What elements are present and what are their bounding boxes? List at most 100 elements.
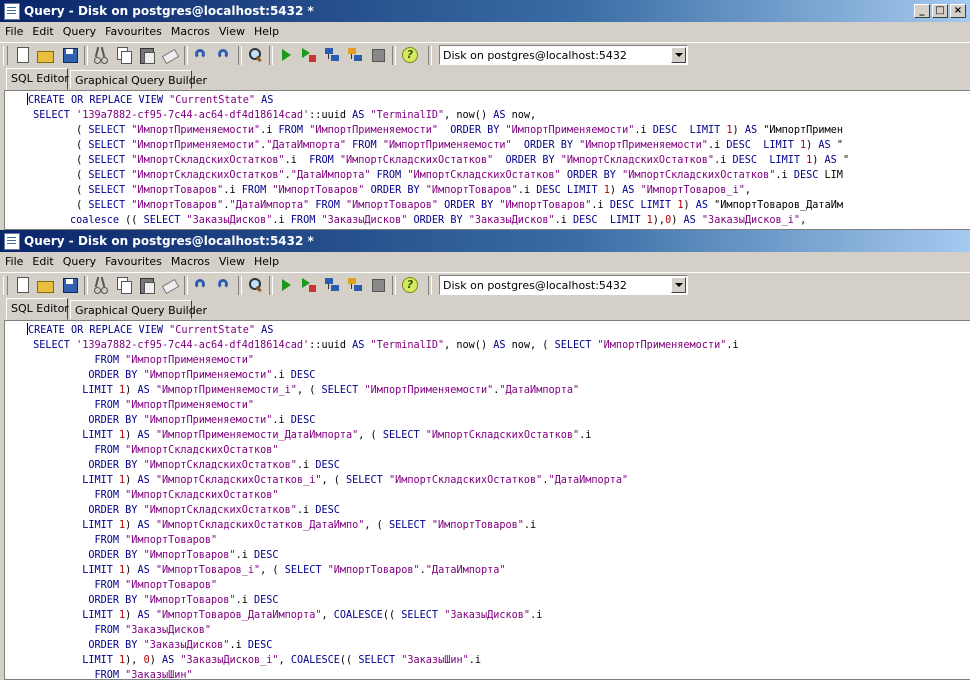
title-bar[interactable]: Query - Disk on postgres@localhost:5432 … [0, 230, 970, 252]
menu-view[interactable]: View [214, 252, 249, 268]
menu-help[interactable]: Help [249, 252, 283, 268]
new-file-icon[interactable] [14, 46, 32, 64]
code-line: coalesce (( SELECT "ЗаказыДисков".i FROM… [69, 215, 807, 226]
toolbar-separator [269, 276, 273, 295]
code-line: CREATE OR REPLACE VIEW "CurrentState" AS [28, 325, 274, 336]
chevron-down-icon[interactable] [671, 47, 686, 63]
code-line: ( SELECT "ИмпортСкладскихОстатков".i FRO… [27, 155, 850, 166]
new-file-icon[interactable] [14, 276, 32, 294]
explain-icon[interactable] [323, 276, 341, 294]
code-line: FROM "ИмпортТоваров" [94, 535, 218, 546]
code-line: FROM "ИмпортПрименяемости" [94, 400, 254, 411]
undo-icon[interactable] [192, 46, 210, 64]
menu-favourites[interactable]: Favourites [100, 22, 166, 38]
help-icon[interactable]: ? [400, 276, 418, 294]
open-folder-icon[interactable] [36, 276, 54, 294]
code-line: LIMIT 1) AS "ИмпортСкладскихОстатков_Дат… [82, 520, 537, 531]
redo-icon[interactable] [215, 276, 233, 294]
tab-sql-editor[interactable]: SQL Editor [6, 298, 69, 320]
menu-macros[interactable]: Macros [166, 252, 214, 268]
menu-query[interactable]: Query [58, 22, 100, 38]
execute-icon[interactable] [277, 46, 295, 64]
execute-icon[interactable] [277, 276, 295, 294]
menu-file[interactable]: File [0, 252, 27, 268]
menu-file[interactable]: File [0, 22, 27, 38]
save-icon[interactable] [61, 46, 79, 64]
explain-analyze-icon[interactable] [346, 276, 364, 294]
menu-bar: File Edit Query Favourites Macros View Help [0, 252, 970, 272]
query-tool-icon [4, 3, 20, 20]
find-icon[interactable] [246, 46, 264, 64]
editor-tabs: SQL Editor Graphical Query Builder [0, 298, 970, 320]
redo-icon[interactable] [215, 46, 233, 64]
code-line: CREATE OR REPLACE VIEW "CurrentState" AS [28, 95, 274, 106]
code-line: ORDER BY "ИмпортПрименяемости".i DESC [88, 415, 316, 426]
menu-edit[interactable]: Edit [27, 22, 57, 38]
code-line: ( SELECT "ИмпортТоваров"."ДатаИмпорта" F… [27, 200, 843, 211]
minimize-button[interactable]: _ [914, 4, 930, 18]
title-bar[interactable]: Query - Disk on postgres@localhost:5432 … [0, 0, 970, 22]
clear-icon[interactable] [161, 46, 180, 65]
code-line: SELECT '139a7882-cf95-7c44-ac64-df4d1861… [33, 110, 537, 121]
code-line: LIMIT 1) AS "ИмпортТоваров_i", ( SELECT … [82, 565, 506, 576]
connection-value: Disk on postgres@localhost:5432 [443, 279, 627, 292]
execute-to-file-icon[interactable] [300, 46, 318, 64]
chevron-down-icon[interactable] [671, 277, 686, 293]
execute-to-file-icon[interactable] [300, 276, 318, 294]
tab-graphical-query-builder[interactable]: Graphical Query Builder [70, 70, 207, 89]
sql-editor[interactable]: CREATE OR REPLACE VIEW "CurrentState" AS… [4, 90, 970, 230]
toolbar-grip[interactable] [3, 46, 8, 65]
code-line: ORDER BY "ИмпортТоваров".i DESC [88, 595, 279, 606]
menu-help[interactable]: Help [249, 22, 283, 38]
menu-edit[interactable]: Edit [27, 252, 57, 268]
sql-code: CREATE OR REPLACE VIEW "CurrentState" AS… [5, 91, 970, 228]
menu-query[interactable]: Query [58, 252, 100, 268]
sql-code: CREATE OR REPLACE VIEW "CurrentState" AS… [5, 321, 970, 680]
query-window-front: Query - Disk on postgres@localhost:5432 … [0, 230, 970, 680]
undo-icon[interactable] [192, 276, 210, 294]
cut-icon[interactable] [92, 276, 110, 294]
code-line: LIMIT 1) AS "ИмпортТоваров_ДатаИмпорта",… [82, 610, 543, 621]
sql-editor[interactable]: CREATE OR REPLACE VIEW "CurrentState" AS… [4, 320, 970, 680]
code-line: ORDER BY "ИмпортТоваров".i DESC [88, 550, 279, 561]
clear-icon[interactable] [161, 276, 180, 295]
code-line: ORDER BY "ЗаказыДисков".i DESC [88, 640, 273, 651]
toolbar-separator [84, 46, 88, 65]
copy-icon[interactable] [115, 276, 133, 294]
code-line: ORDER BY "ИмпортПрименяемости".i DESC [88, 370, 316, 381]
explain-analyze-icon[interactable] [346, 46, 364, 64]
code-line: FROM "ЗаказыШин" [94, 670, 193, 680]
toolbar-separator [392, 46, 396, 65]
save-icon[interactable] [61, 276, 79, 294]
explain-icon[interactable] [323, 46, 341, 64]
tab-sql-editor[interactable]: SQL Editor [6, 68, 69, 90]
connection-select[interactable]: Disk on postgres@localhost:5432 [439, 45, 688, 65]
toolbar-grip[interactable] [3, 276, 8, 295]
menu-view[interactable]: View [214, 22, 249, 38]
code-line: ( SELECT "ИмпортПрименяемости".i FROM "И… [27, 125, 843, 136]
toolbar-separator [84, 276, 88, 295]
menu-macros[interactable]: Macros [166, 22, 214, 38]
connection-value: Disk on postgres@localhost:5432 [443, 49, 627, 62]
code-line: ( SELECT "ИмпортСкладскихОстатков"."Дата… [27, 170, 843, 181]
menu-favourites[interactable]: Favourites [100, 252, 166, 268]
code-line: FROM "ЗаказыДисков" [94, 625, 212, 636]
copy-icon[interactable] [115, 46, 133, 64]
cancel-query-icon[interactable] [369, 46, 387, 64]
window-title: Query - Disk on postgres@localhost:5432 … [24, 4, 314, 18]
tab-graphical-query-builder[interactable]: Graphical Query Builder [70, 300, 207, 319]
code-line: ORDER BY "ИмпортСкладскихОстатков".i DES… [88, 505, 340, 516]
cut-icon[interactable] [92, 46, 110, 64]
open-folder-icon[interactable] [36, 46, 54, 64]
maximize-button[interactable]: □ [932, 4, 948, 18]
paste-icon[interactable] [138, 46, 156, 64]
paste-icon[interactable] [138, 276, 156, 294]
close-button[interactable]: × [950, 4, 966, 18]
cancel-query-icon[interactable] [369, 276, 387, 294]
toolbar-separator [428, 276, 432, 295]
connection-select[interactable]: Disk on postgres@localhost:5432 [439, 275, 688, 295]
find-icon[interactable] [246, 276, 264, 294]
toolbar: ? Disk on postgres@localhost:5432 [0, 42, 970, 68]
help-icon[interactable]: ? [400, 46, 418, 64]
menu-bar: File Edit Query Favourites Macros View Help [0, 22, 970, 42]
